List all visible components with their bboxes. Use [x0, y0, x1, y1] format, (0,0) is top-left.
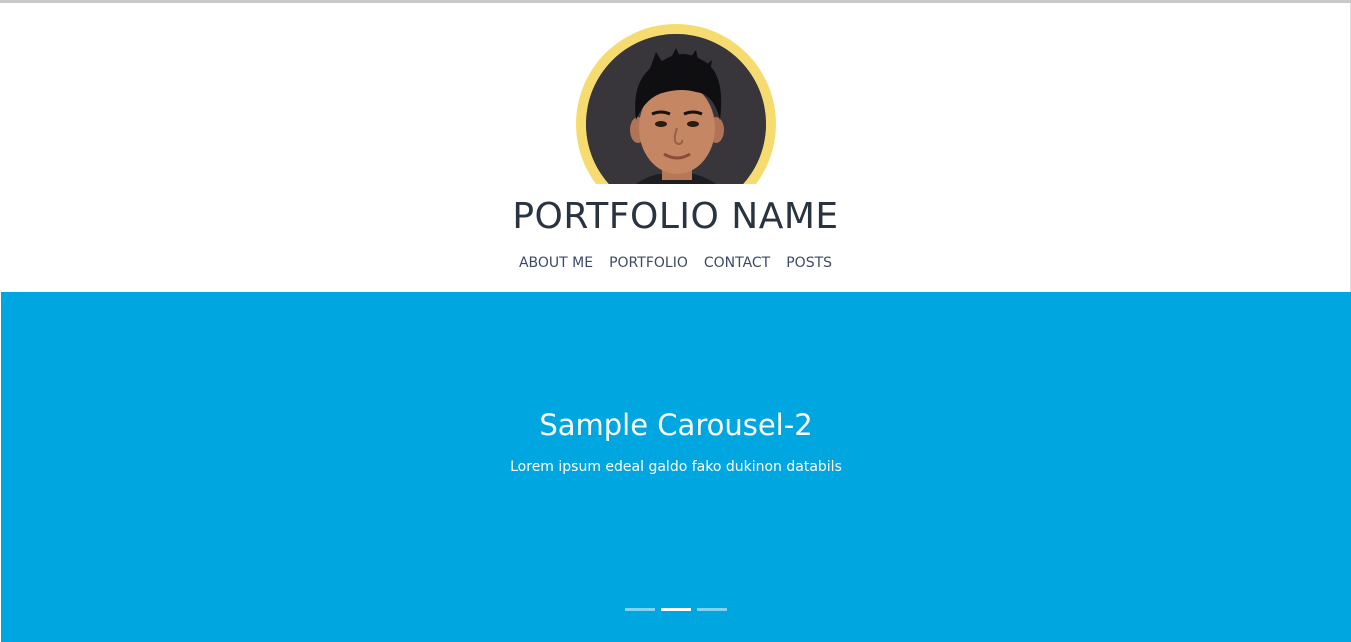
main-nav: ABOUT ME PORTFOLIO CONTACT POSTS: [0, 253, 1351, 273]
carousel-indicator-1[interactable]: [625, 608, 655, 611]
nav-item-portfolio[interactable]: PORTFOLIO: [609, 253, 688, 273]
carousel-slide-title: Sample Carousel-2: [539, 408, 813, 442]
avatar-ring: [576, 24, 776, 184]
carousel-indicator-2[interactable]: [661, 608, 691, 611]
avatar: [576, 24, 776, 184]
carousel-indicators: [1, 608, 1351, 611]
nav-item-contact[interactable]: CONTACT: [704, 253, 770, 273]
carousel-slide-caption: Lorem ipsum edeal galdo fako dukinon dat…: [510, 459, 842, 475]
carousel-indicator-3[interactable]: [697, 608, 727, 611]
site-header: PORTFOLIO NAME ABOUT ME PORTFOLIO CONTAC…: [0, 3, 1351, 292]
page-title: PORTFOLIO NAME: [512, 196, 839, 237]
carousel[interactable]: Sample Carousel-2 Lorem ipsum edeal gald…: [1, 292, 1351, 642]
nav-item-about-me[interactable]: ABOUT ME: [519, 253, 593, 273]
nav-item-posts[interactable]: POSTS: [786, 253, 832, 273]
profile-photo: [586, 34, 766, 184]
person-illustration: [586, 34, 766, 184]
page: PORTFOLIO NAME ABOUT ME PORTFOLIO CONTAC…: [0, 0, 1351, 642]
